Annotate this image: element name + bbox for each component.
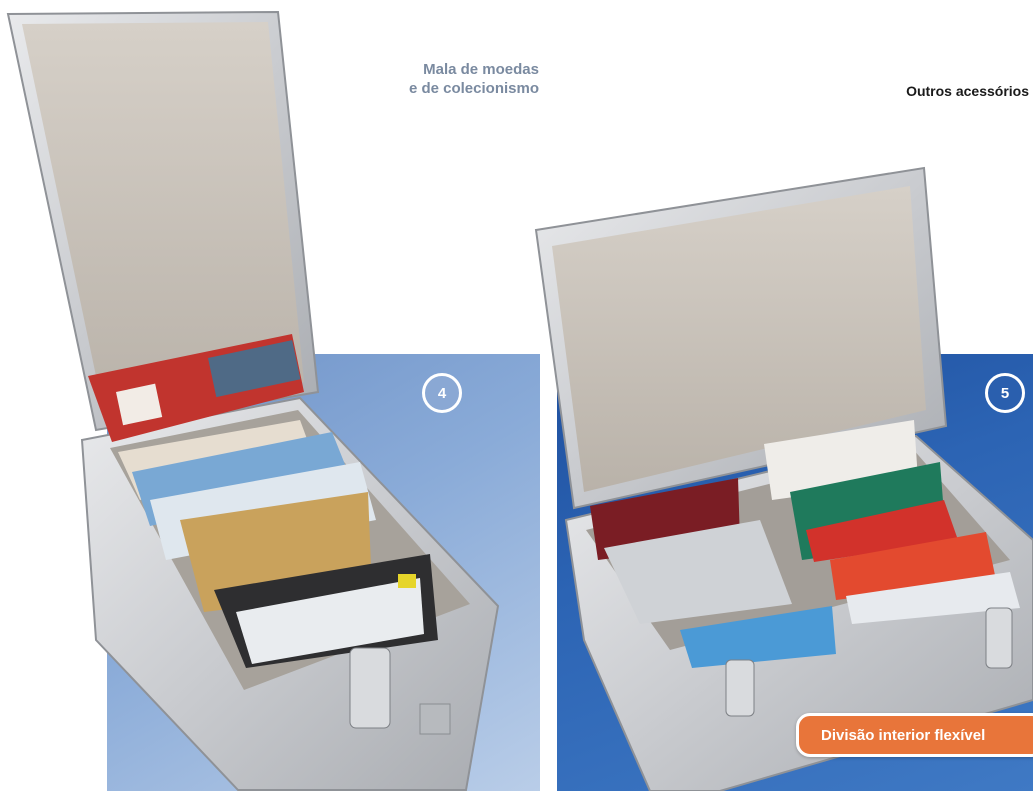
subtitle-line-2: e de colecionismo [408, 80, 539, 97]
product-number-badge-5: 5 [985, 373, 1025, 413]
flexible-divider-label: Divisão interior flexível [796, 713, 1033, 757]
section-title: Outros acessórios [906, 83, 1029, 99]
subtitle-line-1: Mala de moedas [423, 61, 539, 78]
product-subtitle: Mala de moedas e de colecionismo [409, 60, 539, 98]
product-number-badge-4: 4 [422, 373, 462, 413]
coin-case-divided-image [534, 166, 1033, 791]
product-photos [6, 10, 1033, 791]
